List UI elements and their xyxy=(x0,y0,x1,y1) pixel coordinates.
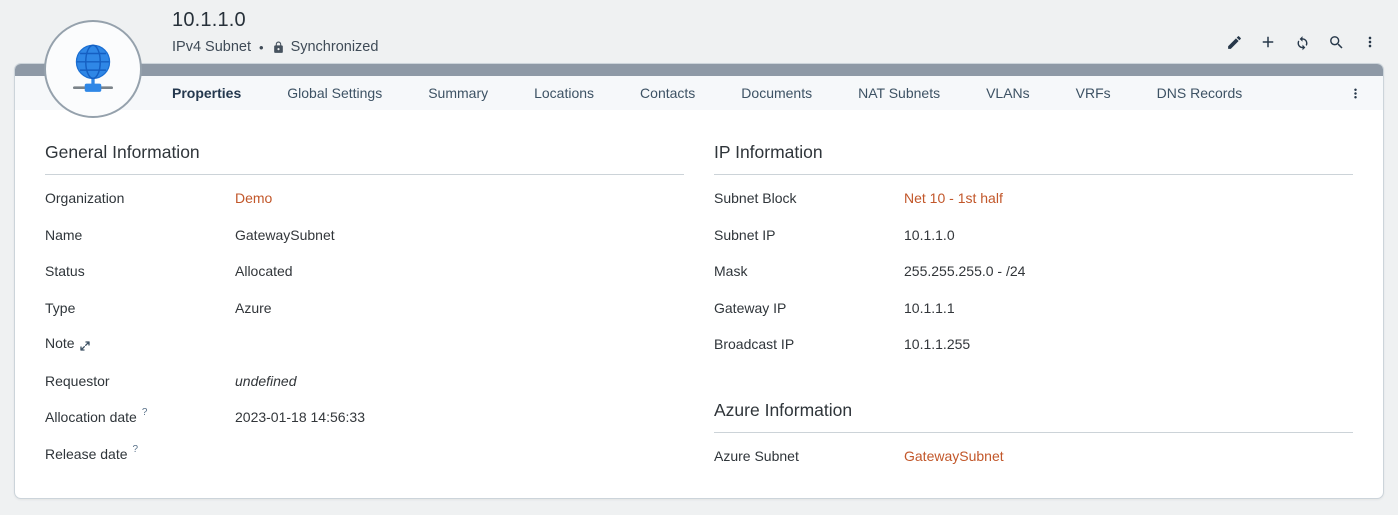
avatar xyxy=(44,20,142,118)
field-value: 2023-01-18 14:56:33 xyxy=(235,409,365,425)
field-broadcast-ip: Broadcast IP 10.1.1.255 xyxy=(714,326,1353,363)
field-label: Note xyxy=(45,335,75,351)
tab-documents[interactable]: Documents xyxy=(741,85,812,101)
subnet-detail-page: 10.1.1.0 IPv4 Subnet • Synchronized xyxy=(0,0,1398,515)
kebab-icon xyxy=(1348,86,1363,101)
field-label: Mask xyxy=(714,263,904,279)
field-note: Note xyxy=(45,326,684,363)
section-heading: IP Information xyxy=(714,136,1353,175)
add-button[interactable] xyxy=(1256,30,1280,54)
tab-vlans[interactable]: VLANs xyxy=(986,85,1030,101)
sync-label: Synchronized xyxy=(291,39,379,55)
field-label: Requestor xyxy=(45,373,235,389)
field-value: 10.1.1.1 xyxy=(904,300,955,316)
network-globe-icon xyxy=(64,38,122,101)
refresh-icon xyxy=(1294,34,1311,51)
search-button[interactable] xyxy=(1324,30,1348,54)
field-value: Allocated xyxy=(235,263,293,279)
page-subtitle: IPv4 Subnet • Synchronized xyxy=(172,39,378,55)
azure-subnet-link[interactable]: GatewaySubnet xyxy=(904,448,1004,464)
field-name: Name GatewaySubnet xyxy=(45,217,684,254)
lock-icon xyxy=(272,41,285,54)
field-value: Azure xyxy=(235,300,272,316)
tab-nat-subnets[interactable]: NAT Subnets xyxy=(858,85,940,101)
help-indicator: ? xyxy=(142,407,148,418)
field-label: Type xyxy=(45,300,235,316)
field-label: Release date xyxy=(45,446,128,462)
field-label: Azure Subnet xyxy=(714,448,904,464)
help-indicator: ? xyxy=(133,444,139,455)
field-status: Status Allocated xyxy=(45,253,684,290)
field-value: 10.1.1.255 xyxy=(904,336,970,352)
separator-dot: • xyxy=(259,40,264,55)
field-requestor: Requestor undefined xyxy=(45,363,684,400)
organization-link[interactable]: Demo xyxy=(235,190,272,206)
object-type-label: IPv4 Subnet xyxy=(172,39,251,55)
field-label: Organization xyxy=(45,190,235,206)
plus-icon xyxy=(1259,33,1277,51)
pencil-icon xyxy=(1226,34,1243,51)
field-gateway-ip: Gateway IP 10.1.1.1 xyxy=(714,290,1353,327)
field-mask: Mask 255.255.255.0 - /24 xyxy=(714,253,1353,290)
field-type: Type Azure xyxy=(45,290,684,327)
field-label: Broadcast IP xyxy=(714,336,904,352)
field-subnet-block: Subnet Block Net 10 - 1st half xyxy=(714,180,1353,217)
sync-status: Synchronized xyxy=(272,39,379,55)
expand-icon[interactable] xyxy=(80,338,90,354)
field-azure-subnet: Azure Subnet GatewaySubnet xyxy=(714,438,1353,475)
tabs-overflow-button[interactable] xyxy=(1343,81,1367,105)
section-heading: Azure Information xyxy=(714,394,1353,433)
tab-bar: Properties Global Settings Summary Locat… xyxy=(15,76,1383,110)
field-value: GatewaySubnet xyxy=(235,227,335,243)
field-label: Name xyxy=(45,227,235,243)
section-heading: General Information xyxy=(45,136,684,175)
ip-information-section: IP Information Subnet Block Net 10 - 1st… xyxy=(714,136,1353,474)
tab-summary[interactable]: Summary xyxy=(428,85,488,101)
properties-content: General Information Organization Demo Na… xyxy=(15,110,1383,474)
detail-card: Properties Global Settings Summary Locat… xyxy=(14,63,1384,499)
tab-contacts[interactable]: Contacts xyxy=(640,85,695,101)
field-subnet-ip: Subnet IP 10.1.1.0 xyxy=(714,217,1353,254)
more-actions-button[interactable] xyxy=(1358,30,1382,54)
page-title: 10.1.1.0 xyxy=(172,9,246,32)
general-information-section: General Information Organization Demo Na… xyxy=(45,136,684,474)
field-organization: Organization Demo xyxy=(45,180,684,217)
tab-locations[interactable]: Locations xyxy=(534,85,594,101)
field-label: Gateway IP xyxy=(714,300,904,316)
subnet-block-link[interactable]: Net 10 - 1st half xyxy=(904,190,1003,206)
refresh-button[interactable] xyxy=(1290,30,1314,54)
tab-global-settings[interactable]: Global Settings xyxy=(287,85,382,101)
edit-button[interactable] xyxy=(1222,30,1246,54)
tab-vrfs[interactable]: VRFs xyxy=(1076,85,1111,101)
kebab-icon xyxy=(1362,34,1378,50)
header-actions xyxy=(1222,30,1382,54)
field-value: 255.255.255.0 - /24 xyxy=(904,263,1025,279)
field-label: Subnet IP xyxy=(714,227,904,243)
field-allocation-date: Allocation date ? 2023-01-18 14:56:33 xyxy=(45,399,684,436)
search-icon xyxy=(1328,34,1345,51)
field-label: Allocation date xyxy=(45,409,137,425)
card-top-stripe xyxy=(15,64,1383,76)
field-label: Subnet Block xyxy=(714,190,904,206)
field-value: undefined xyxy=(235,373,297,389)
tab-properties[interactable]: Properties xyxy=(172,85,241,101)
field-value: 10.1.1.0 xyxy=(904,227,955,243)
field-release-date: Release date ? xyxy=(45,436,684,473)
field-label: Status xyxy=(45,263,235,279)
tab-dns-records[interactable]: DNS Records xyxy=(1157,85,1243,101)
